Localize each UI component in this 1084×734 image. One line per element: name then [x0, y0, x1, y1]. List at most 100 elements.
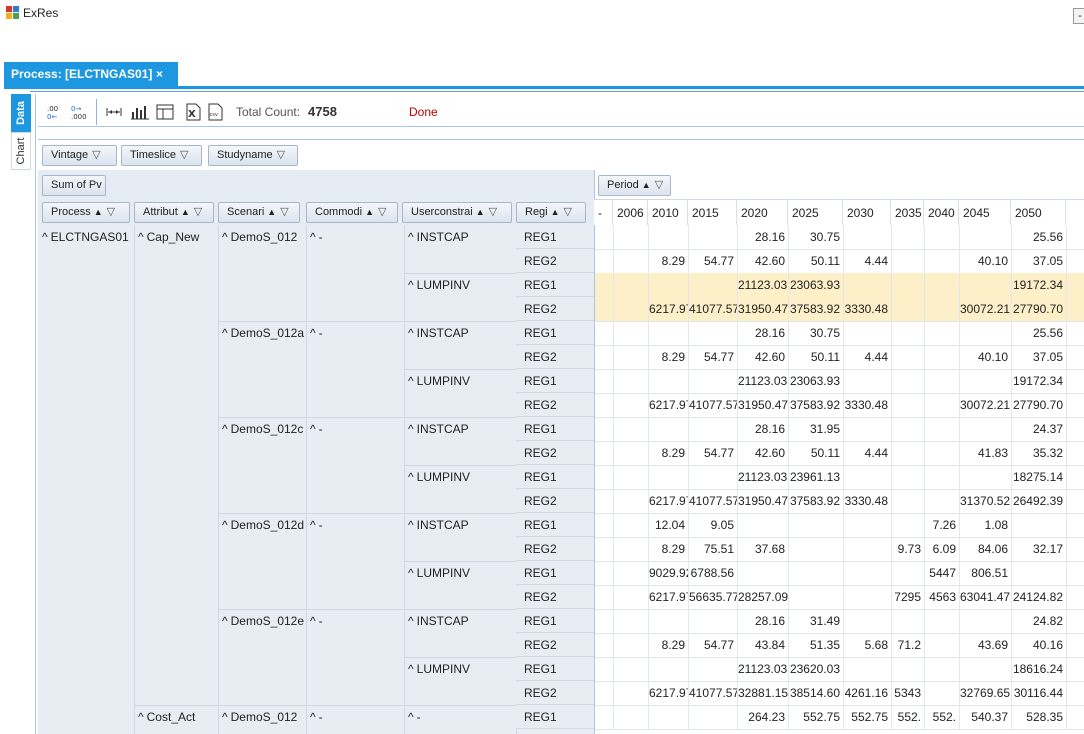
collapse-icon[interactable]: ^	[138, 230, 144, 244]
data-cell[interactable]: 1.08	[960, 513, 1012, 537]
data-cell[interactable]	[892, 441, 925, 465]
data-cell[interactable]	[844, 657, 892, 681]
region-cell[interactable]: REG2	[516, 393, 594, 417]
commodity-cell[interactable]: ^ -	[310, 326, 323, 340]
region-cell[interactable]: REG1	[516, 561, 594, 585]
data-cell[interactable]: 8.29	[649, 633, 689, 657]
data-cell[interactable]: 9029.92	[649, 561, 689, 585]
data-cell[interactable]: 28.16	[738, 609, 789, 633]
period-header[interactable]: 2045	[959, 200, 1011, 226]
data-cell[interactable]: 21123.03	[738, 657, 789, 681]
region-cell[interactable]: REG1	[516, 513, 594, 537]
data-cell[interactable]	[614, 633, 649, 657]
data-cell[interactable]: 28257.09	[738, 585, 789, 609]
sort-asc-icon[interactable]: ▲	[642, 180, 651, 190]
data-cell[interactable]: 18616.24	[1012, 657, 1067, 681]
data-cell[interactable]	[614, 273, 649, 297]
row-field-commodity[interactable]: Commodi ▲ ▽	[306, 202, 398, 223]
collapse-icon[interactable]: ^	[42, 230, 48, 244]
region-cell[interactable]: REG2	[516, 345, 594, 369]
region-cell[interactable]: REG2	[516, 681, 594, 705]
collapse-icon[interactable]: ^	[222, 518, 228, 532]
region-cell[interactable]: REG1	[516, 417, 594, 441]
data-cell[interactable]: 23961.13	[789, 465, 844, 489]
data-cell[interactable]	[925, 417, 960, 441]
data-cell[interactable]: 8.29	[649, 249, 689, 273]
data-cell[interactable]: 54.77	[689, 249, 738, 273]
data-cell[interactable]: 31370.52	[960, 489, 1012, 513]
data-cell[interactable]	[595, 225, 614, 249]
data-cell[interactable]	[595, 345, 614, 369]
row-field-region[interactable]: Regi ▲ ▽	[516, 202, 586, 223]
sort-asc-icon[interactable]: ▲	[181, 207, 190, 217]
data-cell[interactable]	[789, 561, 844, 585]
data-cell[interactable]: 26492.39	[1012, 489, 1067, 513]
data-field-sum-of-pv[interactable]: Sum of Pv	[42, 175, 106, 196]
data-cell[interactable]	[595, 489, 614, 513]
collapse-icon[interactable]: ^	[408, 422, 414, 436]
commodity-cell[interactable]: ^ -	[310, 230, 323, 244]
row-field-process[interactable]: Process ▲ ▽	[42, 202, 130, 223]
data-cell[interactable]: 3330.48	[844, 297, 892, 321]
scenario-cell[interactable]: ^ DemoS_012a	[222, 326, 304, 340]
data-cell[interactable]	[614, 561, 649, 585]
data-cell[interactable]: 6.09	[925, 537, 960, 561]
data-cell[interactable]	[595, 705, 614, 729]
attribute-cell[interactable]: ^ Cap_New	[138, 230, 199, 244]
collapse-icon[interactable]: ^	[310, 614, 316, 628]
data-cell[interactable]	[892, 417, 925, 441]
data-cell[interactable]	[925, 249, 960, 273]
data-cell[interactable]: 552.75	[789, 705, 844, 729]
data-cell[interactable]: 23620.03	[789, 657, 844, 681]
bar-chart-icon[interactable]	[130, 102, 150, 122]
data-cell[interactable]	[892, 465, 925, 489]
data-cell[interactable]: 6788.56	[689, 561, 738, 585]
data-cell[interactable]	[595, 369, 614, 393]
collapse-icon[interactable]: ^	[310, 710, 316, 724]
data-cell[interactable]	[689, 369, 738, 393]
data-cell[interactable]	[614, 297, 649, 321]
data-cell[interactable]: 50.11	[789, 441, 844, 465]
data-cell[interactable]	[614, 465, 649, 489]
data-cell[interactable]	[614, 345, 649, 369]
region-cell[interactable]: REG1	[516, 321, 594, 345]
data-cell[interactable]	[844, 513, 892, 537]
userconstraint-cell[interactable]: ^ INSTCAP	[408, 614, 469, 628]
data-cell[interactable]: 7.26	[925, 513, 960, 537]
data-cell[interactable]	[844, 225, 892, 249]
data-cell[interactable]: 6217.97	[649, 489, 689, 513]
data-cell[interactable]	[960, 321, 1012, 345]
region-cell[interactable]: REG1	[516, 609, 594, 633]
data-cell[interactable]	[925, 393, 960, 417]
data-cell[interactable]: 4.44	[844, 345, 892, 369]
data-cell[interactable]	[844, 537, 892, 561]
data-cell[interactable]	[614, 249, 649, 273]
column-width-icon[interactable]	[106, 102, 122, 122]
data-cell[interactable]	[614, 417, 649, 441]
side-tab-chart[interactable]: Chart	[11, 132, 31, 170]
data-cell[interactable]	[789, 537, 844, 561]
period-header[interactable]: 2050	[1011, 200, 1066, 226]
data-cell[interactable]	[892, 249, 925, 273]
data-cell[interactable]: 552.75	[844, 705, 892, 729]
data-cell[interactable]: 6217.97	[649, 681, 689, 705]
data-cell[interactable]: 50.11	[789, 345, 844, 369]
data-cell[interactable]: 42.60	[738, 441, 789, 465]
userconstraint-cell[interactable]: ^ LUMPINV	[408, 374, 470, 388]
data-cell[interactable]: 4.44	[844, 249, 892, 273]
period-header[interactable]: 2006	[613, 200, 648, 226]
data-cell[interactable]	[892, 297, 925, 321]
data-cell[interactable]	[595, 609, 614, 633]
scenario-cell[interactable]: ^ DemoS_012	[222, 230, 297, 244]
data-cell[interactable]: 32769.65	[960, 681, 1012, 705]
side-tab-data[interactable]: Data	[11, 94, 31, 132]
data-cell[interactable]: 63041.47	[960, 585, 1012, 609]
row-field-attribute[interactable]: Attribut ▲ ▽	[134, 202, 214, 223]
process-cell[interactable]: ^ ELCTNGAS01	[42, 230, 129, 244]
data-cell[interactable]	[689, 609, 738, 633]
region-cell[interactable]: REG1	[516, 657, 594, 681]
data-cell[interactable]: 43.84	[738, 633, 789, 657]
userconstraint-cell[interactable]: ^ INSTCAP	[408, 230, 469, 244]
data-cell[interactable]	[614, 369, 649, 393]
data-cell[interactable]	[844, 585, 892, 609]
